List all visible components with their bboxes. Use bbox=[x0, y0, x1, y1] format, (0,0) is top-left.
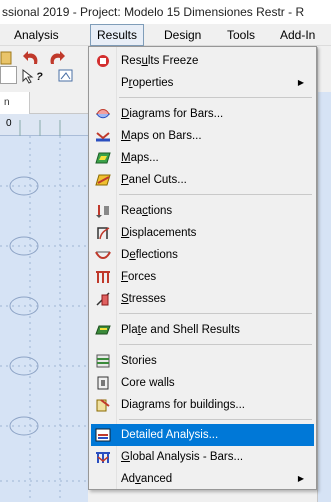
menu-item-label: Diagrams for Bars... bbox=[121, 108, 224, 120]
menu-item-panel-cuts[interactable]: Panel Cuts... bbox=[91, 169, 314, 191]
menu-item-maps-on-bars[interactable]: Maps on Bars... bbox=[91, 125, 314, 147]
menu-item-label: Detailed Analysis... bbox=[121, 429, 219, 441]
menu-item-label: Global Analysis - Bars... bbox=[121, 451, 244, 463]
menu-item-maps[interactable]: Maps... bbox=[91, 147, 314, 169]
accelerator-key: u bbox=[141, 55, 148, 67]
menu-design[interactable]: Design bbox=[164, 24, 201, 46]
accelerator-key: D bbox=[121, 227, 130, 239]
menu-item-label: Plate and Shell Results bbox=[121, 324, 240, 336]
forces-icon bbox=[95, 269, 111, 285]
accelerator-key: G bbox=[121, 451, 130, 463]
ruler-label: 0 bbox=[6, 118, 12, 129]
menu-item-label: Stresses bbox=[121, 293, 166, 305]
reactions-icon bbox=[95, 203, 111, 219]
menu-item-stresses[interactable]: Stresses bbox=[91, 288, 314, 310]
accelerator-key: r bbox=[128, 77, 133, 89]
menu-item-stories[interactable]: Stories bbox=[91, 350, 314, 372]
view-combo[interactable]: ? bbox=[0, 66, 17, 84]
detailed-analysis-icon bbox=[95, 427, 111, 443]
menu-separator bbox=[119, 344, 312, 345]
menu-item-global-analysis-bars[interactable]: Global Analysis - Bars... bbox=[91, 446, 314, 468]
menu-item-displacements[interactable]: Displacements bbox=[91, 222, 314, 244]
view-tab[interactable]: n bbox=[0, 92, 30, 114]
menu-results[interactable]: Results bbox=[90, 24, 145, 46]
menu-item-label: Forces bbox=[121, 271, 157, 283]
menu-item-properties[interactable]: Properties ▶ bbox=[91, 72, 314, 94]
plate-shell-icon bbox=[95, 322, 111, 338]
menu-tools[interactable]: Tools bbox=[227, 24, 255, 46]
menu-item-label: Stories bbox=[121, 355, 157, 367]
menu-item-label: Properties bbox=[121, 77, 174, 89]
accelerator-key: e bbox=[129, 249, 136, 261]
window-title: ssional 2019 - Project: Modelo 15 Dimens… bbox=[0, 0, 331, 24]
menu-add-in[interactable]: Add-In bbox=[280, 24, 315, 46]
accelerator-key: D bbox=[121, 108, 130, 120]
accelerator-key: t bbox=[137, 324, 141, 336]
ruler: 0 bbox=[0, 114, 88, 136]
diagrams-bars-icon bbox=[95, 106, 111, 122]
help-pointer-icon[interactable]: ? bbox=[21, 68, 51, 87]
menu-separator bbox=[119, 194, 312, 195]
accelerator-key: c bbox=[142, 205, 148, 217]
view-tabstrip: n bbox=[0, 92, 88, 114]
menu-item-label: Results Freeze bbox=[121, 55, 199, 67]
menu-separator bbox=[119, 97, 312, 98]
accelerator-key: v bbox=[135, 473, 141, 485]
displacements-icon bbox=[95, 225, 111, 241]
deflections-icon bbox=[95, 247, 111, 263]
redo-icon[interactable] bbox=[46, 49, 66, 70]
menu-separator bbox=[119, 313, 312, 314]
menu-item-core-walls[interactable]: Core walls bbox=[91, 372, 314, 394]
accelerator-key: P bbox=[121, 174, 129, 186]
menu-item-label: Core walls bbox=[121, 377, 175, 389]
maps-on-bars-icon bbox=[95, 128, 111, 144]
accelerator-key: S bbox=[121, 293, 129, 305]
menu-item-reactions[interactable]: Reactions bbox=[91, 200, 314, 222]
menu-item-diagrams-for-bars[interactable]: Diagrams for Bars... bbox=[91, 103, 314, 125]
accelerator-key: F bbox=[121, 271, 129, 283]
menu-item-label: Maps on Bars... bbox=[121, 130, 202, 142]
accelerator-key: M bbox=[121, 152, 131, 164]
model-canvas[interactable] bbox=[0, 136, 88, 502]
stresses-icon bbox=[95, 291, 111, 307]
right-canvas-strip bbox=[317, 47, 331, 502]
results-freeze-icon bbox=[95, 53, 111, 69]
menu-item-forces[interactable]: Forces bbox=[91, 266, 314, 288]
menu-item-detailed-analysis[interactable]: Detailed Analysis... bbox=[91, 424, 314, 446]
menu-item-label: Advanced bbox=[121, 473, 173, 485]
menu-item-label: Deflections bbox=[121, 249, 178, 261]
accelerator-key: M bbox=[121, 130, 131, 142]
menu-item-label: Diagrams for buildings... bbox=[121, 399, 245, 411]
submenu-arrow-icon: ▶ bbox=[297, 78, 304, 87]
stories-icon bbox=[95, 353, 111, 369]
help-label: ? bbox=[36, 71, 43, 83]
undo-icon[interactable] bbox=[22, 49, 42, 70]
menu-item-advanced[interactable]: Advanced ▶ bbox=[91, 468, 314, 490]
core-walls-icon bbox=[95, 375, 111, 391]
menu-item-deflections[interactable]: Deflections bbox=[91, 244, 314, 266]
maps-icon bbox=[95, 150, 111, 166]
menu-item-label: Reactions bbox=[121, 205, 173, 217]
view-icon[interactable] bbox=[58, 68, 74, 87]
canvas-grid bbox=[0, 136, 88, 502]
menu-item-label: Displacements bbox=[121, 227, 197, 239]
menu-item-label: Maps... bbox=[121, 152, 159, 164]
menu-item-label: Panel Cuts... bbox=[121, 174, 187, 186]
menu-item-diagrams-for-buildings[interactable]: Diagrams for buildings... bbox=[91, 394, 314, 416]
menu-bar: Analysis Results Design Tools Add-In bbox=[0, 24, 331, 46]
menu-item-results-freeze[interactable]: Results Freeze bbox=[91, 50, 314, 72]
global-analysis-icon bbox=[95, 449, 111, 465]
submenu-arrow-icon: ▶ bbox=[297, 474, 304, 483]
diagrams-buildings-icon bbox=[95, 397, 111, 413]
menu-item-plate-shell-results[interactable]: Plate and Shell Results bbox=[91, 319, 314, 341]
menu-separator bbox=[119, 419, 312, 420]
menu-analysis[interactable]: Analysis bbox=[14, 24, 59, 46]
results-menu: Results Freeze Properties ▶ Diagrams for… bbox=[88, 46, 317, 490]
panel-cuts-icon bbox=[95, 172, 111, 188]
